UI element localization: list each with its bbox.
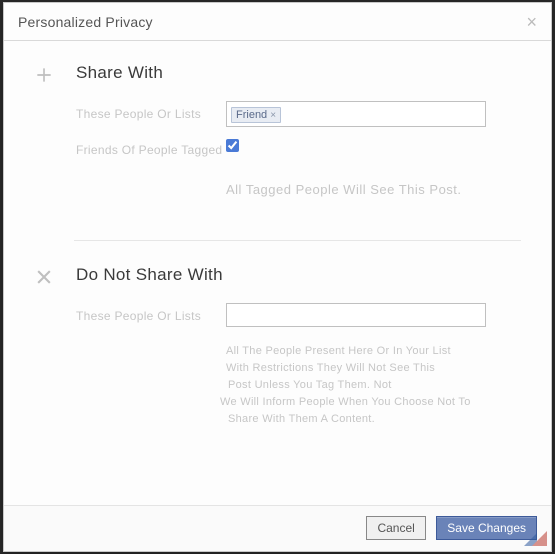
x-icon [34, 267, 54, 287]
cancel-button[interactable]: Cancel [366, 516, 425, 540]
deny-title: Do Not Share With [76, 265, 521, 285]
friends-tagged-checkbox[interactable] [226, 139, 239, 152]
share-note: All Tagged People Will See This Post. [226, 181, 486, 200]
share-section: Share With These People Or Lists Friend×… [34, 63, 521, 230]
save-changes-button[interactable]: Save Changes [436, 516, 537, 540]
share-people-row: These People Or Lists Friend× [76, 101, 521, 127]
deny-people-label: These People Or Lists [76, 303, 226, 325]
modal-title: Personalized Privacy [18, 3, 537, 41]
share-tag-label: Friend [236, 109, 267, 121]
deny-note: All The People Present Here Or In Your L… [226, 343, 496, 428]
deny-people-input[interactable] [226, 303, 486, 327]
plus-icon [34, 65, 54, 85]
deny-section: Do Not Share With These People Or Lists … [34, 265, 521, 458]
friends-tagged-row: Friends Of People Tagged [76, 137, 521, 159]
section-divider [74, 240, 521, 241]
share-note-row: All Tagged People Will See This Post. [76, 169, 521, 200]
modal-footer: Cancel Save Changes [4, 505, 551, 551]
tag-remove-icon[interactable]: × [270, 110, 276, 121]
privacy-modal: Personalized Privacy × Share With These … [3, 2, 552, 552]
friends-tagged-label: Friends Of People Tagged [76, 137, 226, 159]
deny-people-row: These People Or Lists [76, 303, 521, 327]
close-button[interactable]: × [522, 11, 541, 33]
share-title: Share With [76, 63, 521, 83]
share-tag[interactable]: Friend× [231, 107, 281, 123]
share-people-input[interactable]: Friend× [226, 101, 486, 127]
close-icon: × [526, 12, 537, 32]
modal-body: Share With These People Or Lists Friend×… [4, 41, 551, 468]
share-people-label: These People Or Lists [76, 101, 226, 123]
deny-note-row: All The People Present Here Or In Your L… [76, 337, 521, 428]
modal-header: Personalized Privacy × [4, 3, 551, 41]
